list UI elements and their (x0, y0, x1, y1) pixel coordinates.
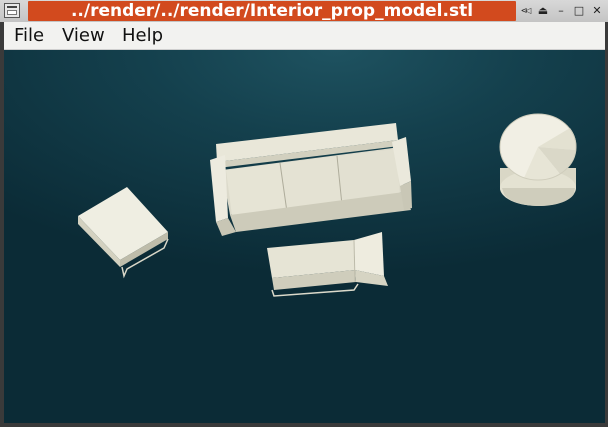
sofa-model (210, 123, 412, 236)
title-bar[interactable]: ../render/../render/Interior_prop_model.… (0, 0, 608, 22)
menu-help[interactable]: Help (122, 22, 163, 49)
menu-file[interactable]: File (14, 22, 44, 49)
maximize-icon[interactable]: □ (572, 4, 586, 18)
stl-viewer-window: ../render/../render/Interior_prop_model.… (0, 0, 608, 427)
window-frame-bottom (0, 423, 608, 427)
ottoman-model (78, 187, 169, 279)
minimize-icon[interactable]: – (554, 4, 568, 18)
menu-bar: File View Help (4, 22, 605, 50)
window-menu-icon[interactable] (4, 3, 20, 18)
window-title: ../render/../render/Interior_prop_model.… (28, 1, 516, 21)
round-ottoman-model (499, 113, 577, 206)
pin-icon[interactable]: ⊲◁ (518, 4, 532, 18)
window-controls: ⊲◁ ⏏ – □ ✕ (518, 4, 604, 18)
model-render (78, 113, 577, 297)
coffee-table-model (267, 232, 388, 297)
shade-icon[interactable]: ⏏ (536, 4, 550, 18)
3d-viewport[interactable] (4, 50, 605, 423)
close-icon[interactable]: ✕ (590, 4, 604, 18)
menu-view[interactable]: View (62, 22, 105, 49)
